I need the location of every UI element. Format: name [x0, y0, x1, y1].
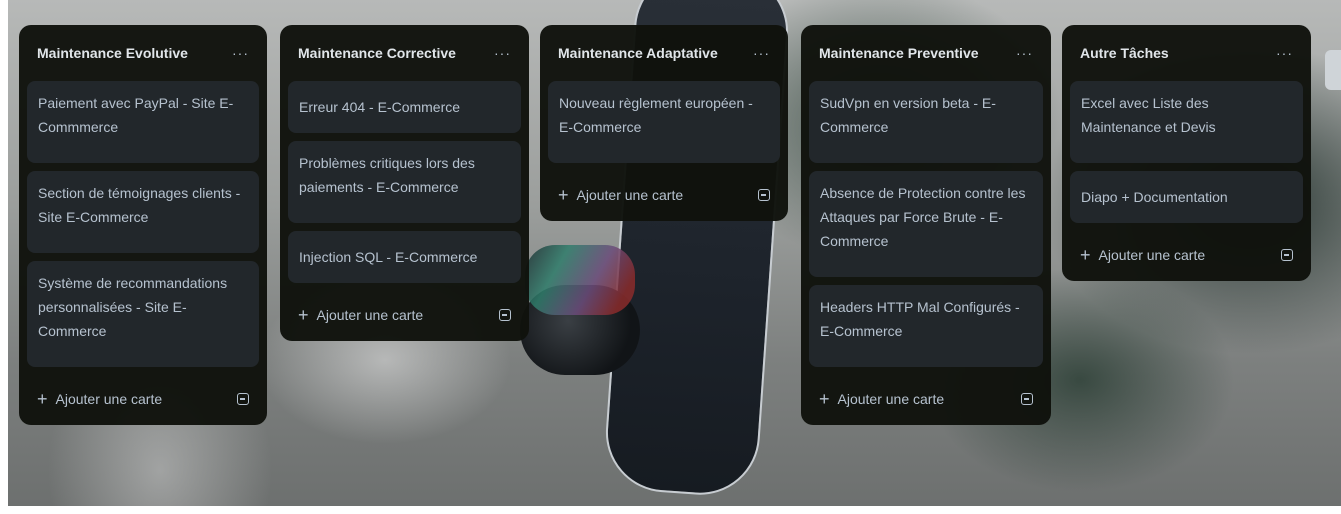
- list-header: Autre Tâches ···: [1070, 33, 1303, 73]
- list-maintenance-evolutive: Maintenance Evolutive ··· Paiement avec …: [19, 25, 267, 425]
- plus-icon: +: [298, 305, 309, 325]
- card[interactable]: Section de témoignages clients - Site E-…: [27, 171, 259, 253]
- add-card-label: Ajouter une carte: [55, 391, 163, 407]
- card[interactable]: Excel avec Liste des Maintenance et Devi…: [1070, 81, 1303, 163]
- list-footer: + Ajouter une carte: [548, 177, 780, 213]
- list-title[interactable]: Maintenance Corrective: [298, 45, 456, 61]
- add-card-button[interactable]: + Ajouter une carte: [1080, 246, 1205, 264]
- card[interactable]: Nouveau règlement européen - E-Commerce: [548, 81, 780, 163]
- add-card-button[interactable]: + Ajouter une carte: [819, 390, 944, 408]
- card-template-icon[interactable]: [499, 309, 511, 321]
- page-edge: [0, 506, 1341, 514]
- card-template-icon[interactable]: [1281, 249, 1293, 261]
- list-header: Maintenance Evolutive ···: [27, 33, 259, 73]
- card[interactable]: Système de recommandations personnalisée…: [27, 261, 259, 367]
- list-header: Maintenance Corrective ···: [288, 33, 521, 73]
- list-header: Maintenance Preventive ···: [809, 33, 1043, 73]
- more-horizontal-icon[interactable]: ···: [232, 46, 249, 60]
- more-horizontal-icon[interactable]: ···: [494, 46, 511, 60]
- plus-icon: +: [37, 389, 48, 409]
- more-horizontal-icon[interactable]: ···: [1016, 46, 1033, 60]
- card-template-icon[interactable]: [758, 189, 770, 201]
- list-maintenance-corrective: Maintenance Corrective ··· Erreur 404 - …: [280, 25, 529, 341]
- more-horizontal-icon[interactable]: ···: [1276, 46, 1293, 60]
- card[interactable]: Problèmes critiques lors des paiements -…: [288, 141, 521, 223]
- card[interactable]: Absence de Protection contre les Attaque…: [809, 171, 1043, 277]
- card[interactable]: Injection SQL - E-Commerce: [288, 231, 521, 283]
- list-header: Maintenance Adaptative ···: [548, 33, 780, 73]
- add-card-label: Ajouter une carte: [316, 307, 424, 323]
- add-card-button[interactable]: + Ajouter une carte: [298, 306, 423, 324]
- card[interactable]: Diapo + Documentation: [1070, 171, 1303, 223]
- list-title[interactable]: Maintenance Evolutive: [37, 45, 188, 61]
- plus-icon: +: [1080, 245, 1091, 265]
- list-footer: + Ajouter une carte: [288, 297, 521, 333]
- card[interactable]: SudVpn en version beta - E-Commerce: [809, 81, 1043, 163]
- add-card-button[interactable]: + Ajouter une carte: [37, 390, 162, 408]
- list-footer: + Ajouter une carte: [1070, 237, 1303, 273]
- board-canvas: Maintenance Evolutive ··· Paiement avec …: [0, 0, 1341, 514]
- card[interactable]: Erreur 404 - E-Commerce: [288, 81, 521, 133]
- card-template-icon[interactable]: [1021, 393, 1033, 405]
- list-title[interactable]: Maintenance Preventive: [819, 45, 979, 61]
- list-footer: + Ajouter une carte: [27, 381, 259, 417]
- add-card-label: Ajouter une carte: [837, 391, 945, 407]
- card[interactable]: Headers HTTP Mal Configurés - E-Commerce: [809, 285, 1043, 367]
- list-title[interactable]: Autre Tâches: [1080, 45, 1169, 61]
- add-card-button[interactable]: + Ajouter une carte: [558, 186, 683, 204]
- card-template-icon[interactable]: [237, 393, 249, 405]
- list-title[interactable]: Maintenance Adaptative: [558, 45, 718, 61]
- plus-icon: +: [558, 185, 569, 205]
- list-maintenance-preventive: Maintenance Preventive ··· SudVpn en ver…: [801, 25, 1051, 425]
- card[interactable]: Paiement avec PayPal - Site E-Commmerce: [27, 81, 259, 163]
- list-footer: + Ajouter une carte: [809, 381, 1043, 417]
- list-autre-taches: Autre Tâches ··· Excel avec Liste des Ma…: [1062, 25, 1311, 281]
- more-horizontal-icon[interactable]: ···: [753, 46, 770, 60]
- plus-icon: +: [819, 389, 830, 409]
- add-card-label: Ajouter une carte: [1098, 247, 1206, 263]
- add-card-label: Ajouter une carte: [576, 187, 684, 203]
- list-maintenance-adaptative: Maintenance Adaptative ··· Nouveau règle…: [540, 25, 788, 221]
